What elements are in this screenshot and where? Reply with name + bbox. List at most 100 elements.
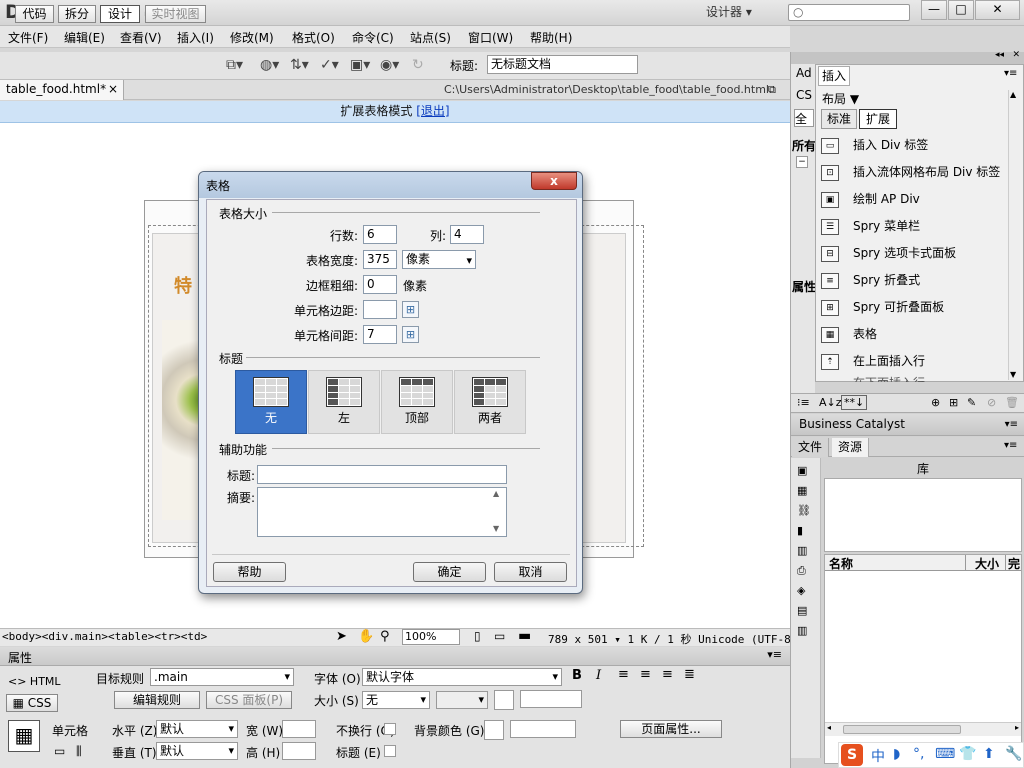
images-icon[interactable]: ▣	[797, 464, 807, 477]
header-none-option[interactable]: 无	[235, 370, 307, 434]
insert-scrollbar[interactable]	[1008, 90, 1020, 380]
tab-ad[interactable]: Ad	[796, 66, 812, 80]
insert-panel-menu-icon[interactable]: ▾≡	[1004, 68, 1017, 79]
zoom-select[interactable]: 100%	[402, 629, 460, 645]
maximize-button[interactable]: □	[948, 0, 974, 20]
new-rule-icon[interactable]: ⊞	[949, 396, 958, 409]
tablet-size-icon[interactable]: ▭	[494, 629, 505, 643]
attach-stylesheet-icon[interactable]: ⊕	[931, 396, 940, 409]
target-rule-select[interactable]: .main	[150, 668, 294, 686]
scroll-right-icon[interactable]: ▸	[1015, 723, 1019, 732]
cell-width-input[interactable]	[282, 720, 316, 738]
cell-height-input[interactable]	[282, 742, 316, 760]
col-full[interactable]: 完	[1008, 555, 1020, 572]
align-center-icon[interactable]: ≡	[640, 667, 651, 682]
menu-format[interactable]: 格式(O)	[292, 29, 335, 46]
ime-punct[interactable]: °,	[913, 746, 924, 762]
templates-icon[interactable]: ◈	[797, 584, 805, 597]
bgcolor-swatch[interactable]	[484, 720, 504, 740]
standard-tab[interactable]: 标准	[821, 109, 857, 129]
spry-tabbed-panels[interactable]: ⊟ Spry 选项卡式面板	[821, 241, 1006, 265]
bgcolor-input[interactable]	[510, 720, 576, 738]
menu-commands[interactable]: 命令(C)	[352, 29, 394, 46]
insert-table[interactable]: ▦ 表格	[821, 322, 1006, 346]
size-select[interactable]: 无	[362, 691, 430, 709]
upload-icon[interactable]: ⬆	[983, 746, 995, 762]
book-icon[interactable]: ▥	[797, 624, 807, 637]
hand-tool-icon[interactable]: ✋	[358, 629, 374, 644]
rows-input[interactable]: 6	[363, 225, 397, 244]
menu-insert[interactable]: 插入(I)	[177, 29, 214, 46]
search-input[interactable]: ○	[788, 4, 910, 21]
vert-select[interactable]: 默认	[156, 742, 238, 760]
document-tab[interactable]: table_food.html* ×	[0, 80, 124, 100]
ime-chinese[interactable]: 中	[871, 746, 885, 766]
skin-icon[interactable]: 👕	[959, 746, 976, 762]
all-button[interactable]: 全	[794, 109, 814, 127]
html-mode-button[interactable]: <> HTML	[8, 675, 61, 688]
assets-tab[interactable]: 资源	[832, 438, 870, 457]
trash-icon[interactable]: 🗑	[1005, 396, 1019, 409]
insert-row-above[interactable]: ⇡ 在上面插入行	[821, 349, 1006, 373]
mobile-size-icon[interactable]: ▯	[474, 629, 481, 643]
set-props-view-icon[interactable]: **↓	[841, 395, 868, 410]
cancel-button[interactable]: 取消	[494, 562, 567, 582]
padding-grid-icon[interactable]: ⊞	[402, 301, 419, 318]
exit-mode-link[interactable]: [退出]	[416, 104, 449, 118]
insert-category-select[interactable]: 布局 ▼	[822, 90, 859, 107]
insert-fluid-grid-div[interactable]: ⊡ 插入流体网格布局 Div 标签	[821, 160, 1011, 184]
draw-ap-div[interactable]: ▣ 绘制 AP Div	[821, 187, 1006, 211]
movies-icon[interactable]: ▥	[797, 544, 807, 557]
insert-tab[interactable]: 插入	[818, 66, 850, 86]
expand-icon[interactable]: −	[796, 156, 808, 168]
spacing-grid-icon[interactable]: ⊞	[402, 326, 419, 343]
menu-site[interactable]: 站点(S)	[410, 29, 451, 46]
alpha-view-icon[interactable]: A↓z	[819, 396, 842, 409]
close-tab-icon[interactable]: ×	[108, 80, 118, 99]
design-view-button[interactable]: 设计	[100, 5, 140, 23]
scroll-up-icon[interactable]: ▲	[1010, 90, 1016, 99]
insert-div-tag[interactable]: ▭ 插入 Div 标签	[821, 133, 1006, 157]
refresh-icon[interactable]: ↻	[412, 57, 424, 73]
menu-help[interactable]: 帮助(H)	[530, 29, 572, 46]
files-menu-icon[interactable]: ▾≡	[1004, 440, 1017, 451]
ime-halfwidth[interactable]: ◗	[893, 746, 900, 762]
edit-rule-icon[interactable]: ✎	[967, 396, 976, 409]
colors-icon[interactable]: ▦	[797, 484, 807, 497]
split-cells-icon[interactable]: ⫼	[76, 744, 82, 759]
header-both-option[interactable]: 两者	[454, 370, 526, 434]
merge-cells-icon[interactable]: ▭	[54, 744, 65, 758]
caption-input[interactable]	[257, 465, 507, 484]
code-view-button[interactable]: 代码	[15, 5, 54, 23]
menu-edit[interactable]: 编辑(E)	[64, 29, 105, 46]
keyboard-icon[interactable]: ⌨	[935, 746, 955, 762]
menu-modify[interactable]: 修改(M)	[230, 29, 274, 46]
category-view-icon[interactable]: ⁝≡	[797, 396, 810, 409]
page-properties-button[interactable]: 页面属性...	[620, 720, 722, 738]
split-view-button[interactable]: 拆分	[58, 5, 96, 23]
dialog-titlebar[interactable]	[199, 172, 582, 198]
minimize-button[interactable]: —	[921, 0, 947, 20]
spry-menubar[interactable]: ☰ Spry 菜单栏	[821, 214, 1006, 238]
css-panel-button[interactable]: CSS 面板(P)	[206, 691, 292, 709]
hscroll-thumb[interactable]	[843, 725, 961, 734]
size-unit-select[interactable]	[436, 691, 488, 709]
text-color-swatch[interactable]	[494, 690, 514, 710]
desktop-size-icon[interactable]: ▬	[518, 628, 531, 644]
bc-menu-icon[interactable]: ▾≡	[1005, 414, 1018, 435]
help-button[interactable]: 帮助	[213, 562, 286, 582]
spry-collapsible-panel[interactable]: ⊞ Spry 可折叠面板	[821, 295, 1006, 319]
align-right-icon[interactable]: ≡	[662, 667, 673, 682]
tab-css[interactable]: CS	[796, 88, 812, 102]
nowrap-checkbox[interactable]	[384, 723, 396, 735]
summary-scroll-up-icon[interactable]: ▲	[493, 489, 499, 498]
col-size[interactable]: 大小	[975, 555, 999, 572]
header-top-option[interactable]: 顶部	[381, 370, 453, 434]
horz-select[interactable]: 默认	[156, 720, 238, 738]
summary-textarea[interactable]	[257, 487, 507, 537]
scroll-down-icon[interactable]: ▼	[1010, 370, 1016, 379]
summary-scroll-down-icon[interactable]: ▼	[493, 524, 499, 533]
browser-preview-icon[interactable]: ◍▾	[260, 57, 279, 73]
visual-aids-icon[interactable]: ▣▾	[350, 57, 370, 73]
restore-doc-icon[interactable]: ⧉	[768, 83, 776, 97]
